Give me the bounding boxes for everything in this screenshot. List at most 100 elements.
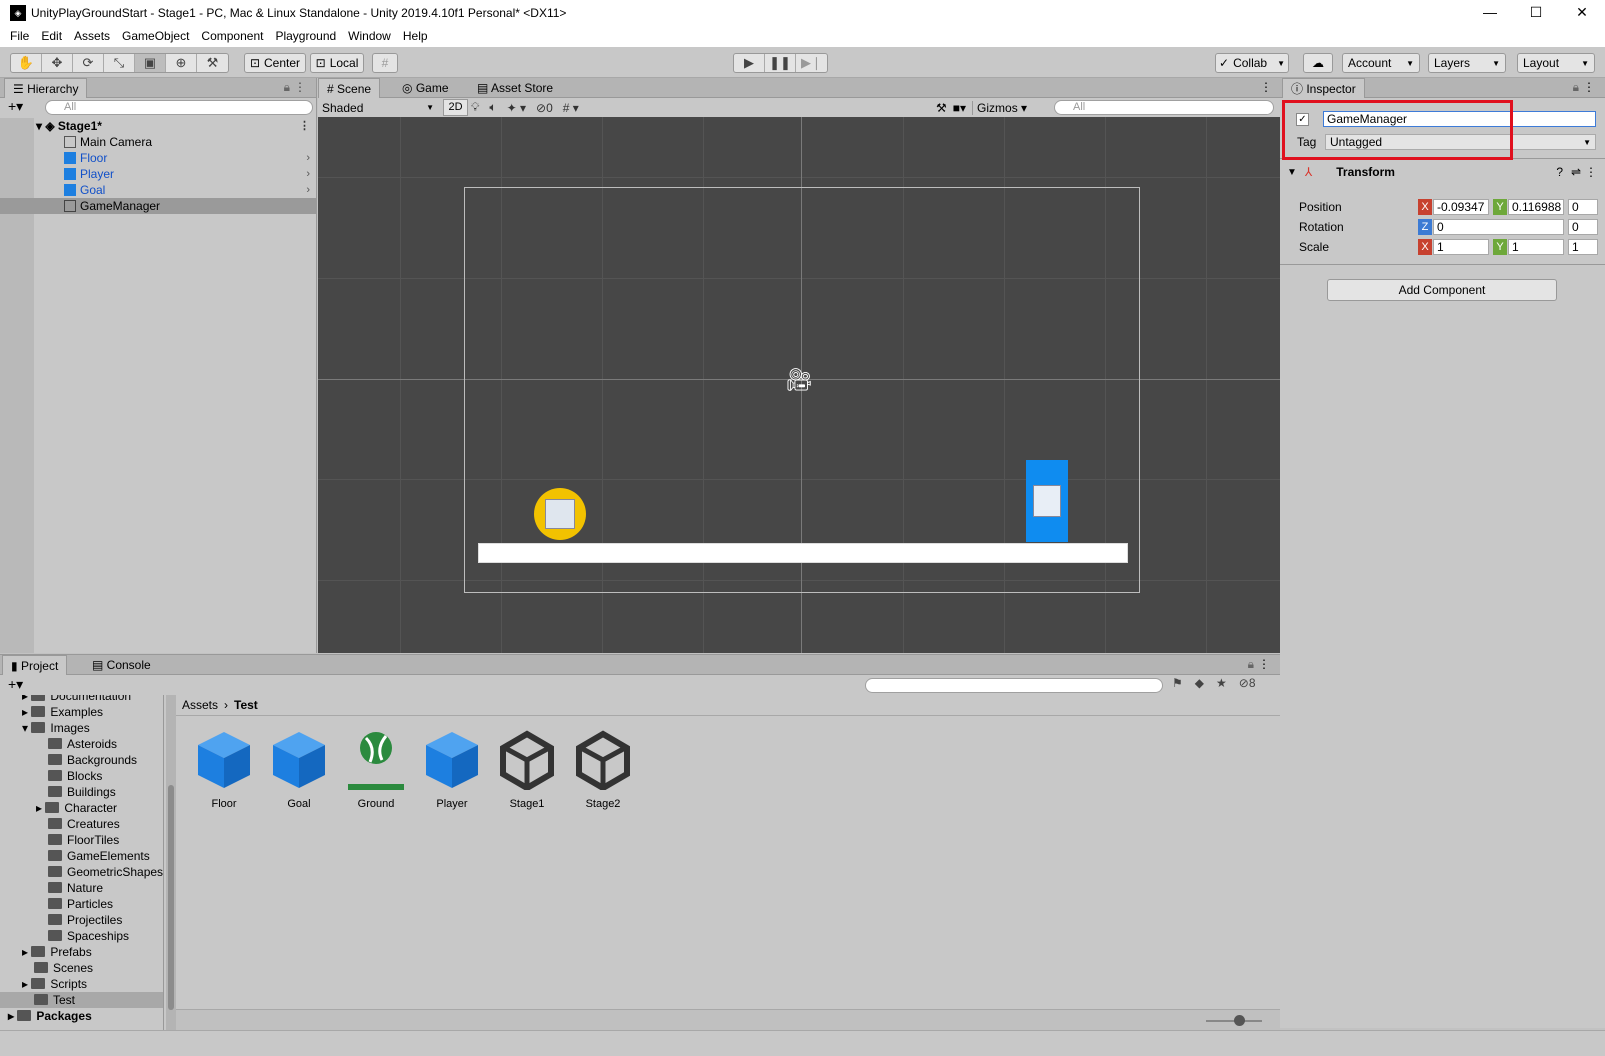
collab-button[interactable]: ✓ Collab bbox=[1215, 53, 1289, 73]
expand-right-icon[interactable]: ▸ bbox=[22, 705, 31, 719]
tab-asset-store[interactable]: ▤ Asset Store bbox=[469, 78, 561, 98]
tools-icon[interactable]: ⚒ bbox=[936, 101, 947, 115]
transform-tool-icon[interactable]: ⊕ bbox=[166, 54, 197, 72]
scale-x-field[interactable]: 1 bbox=[1433, 239, 1489, 255]
menu-help[interactable]: Help bbox=[397, 25, 434, 47]
cloud-button[interactable]: ☁ bbox=[1303, 53, 1333, 73]
camera-icon[interactable]: ■▾ bbox=[953, 101, 966, 115]
help-icon[interactable]: ? bbox=[1556, 165, 1563, 179]
menu-edit[interactable]: Edit bbox=[35, 25, 68, 47]
breadcrumb-test[interactable]: Test bbox=[234, 698, 258, 712]
transform-header[interactable]: ▼ ⅄ Transform ? ⇌ ⋮ bbox=[1280, 163, 1605, 181]
folder-examples[interactable]: ▸ Examples bbox=[22, 704, 103, 720]
folder-packages[interactable]: ▸ Packages bbox=[8, 1008, 92, 1024]
expand-right-icon[interactable]: ▸ bbox=[22, 695, 31, 703]
chevron-right-icon[interactable]: › bbox=[306, 166, 310, 182]
minimize-icon[interactable]: — bbox=[1467, 0, 1513, 25]
folder-creatures[interactable]: Creatures bbox=[48, 816, 120, 832]
hidden-objects-icon[interactable]: ⊘0 bbox=[536, 101, 553, 115]
play-icon[interactable]: ▶ bbox=[734, 54, 765, 72]
folder-particles[interactable]: Particles bbox=[48, 896, 113, 912]
add-component-button[interactable]: Add Component bbox=[1327, 279, 1557, 301]
folder-asteroids[interactable]: Asteroids bbox=[48, 736, 117, 752]
folder-projectiles[interactable]: Projectiles bbox=[48, 912, 122, 928]
kebab-menu-icon[interactable]: ⋮ bbox=[1585, 165, 1597, 179]
slider-thumb[interactable] bbox=[1234, 1015, 1245, 1026]
asset-player[interactable]: Player bbox=[416, 730, 488, 810]
axis-y-label[interactable]: Y bbox=[1493, 199, 1507, 215]
lighting-icon[interactable]: 💡︎ bbox=[471, 100, 479, 115]
folder-gameelements[interactable]: GameElements bbox=[48, 848, 150, 864]
kebab-menu-icon[interactable]: ⋮ bbox=[1583, 80, 1595, 94]
asset-goal[interactable]: Goal bbox=[263, 730, 335, 810]
audio-icon[interactable]: 🔈︎ bbox=[489, 100, 496, 115]
foldout-arrow-icon[interactable]: ▼ bbox=[1287, 167, 1297, 178]
folder-images[interactable]: ▾ Images bbox=[22, 720, 90, 736]
layout-dropdown[interactable]: Layout bbox=[1517, 53, 1595, 73]
hierarchy-item-main-camera[interactable]: Main Camera bbox=[0, 134, 316, 150]
menu-file[interactable]: File bbox=[4, 25, 35, 47]
hierarchy-item-player[interactable]: Player › bbox=[0, 166, 316, 182]
hidden-packages-icon[interactable]: ⊘8 bbox=[1239, 676, 1256, 690]
folder-geometricshapes[interactable]: GeometricShapes bbox=[48, 864, 163, 880]
menu-playground[interactable]: Playground bbox=[269, 25, 342, 47]
asset-stage2[interactable]: Stage2 bbox=[567, 730, 639, 810]
account-dropdown[interactable]: Account bbox=[1342, 53, 1420, 73]
expand-right-icon[interactable]: ▸ bbox=[8, 1009, 17, 1023]
scale-z-field[interactable]: 1 bbox=[1568, 239, 1598, 255]
axis-x-label[interactable]: X bbox=[1418, 199, 1432, 215]
floor-object[interactable] bbox=[478, 543, 1128, 563]
folder-spaceships[interactable]: Spaceships bbox=[48, 928, 129, 944]
hierarchy-item-floor[interactable]: Floor › bbox=[0, 150, 316, 166]
tab-inspector[interactable]: ⓘ Inspector bbox=[1282, 78, 1365, 98]
axis-x-label[interactable]: X bbox=[1418, 239, 1432, 255]
layers-dropdown[interactable]: Layers bbox=[1428, 53, 1506, 73]
toggle-2d-button[interactable]: 2D bbox=[443, 99, 468, 116]
axis-z-label[interactable]: Z bbox=[1418, 219, 1432, 235]
rotation-extra-field[interactable]: 0 bbox=[1568, 219, 1598, 235]
favorite-star-icon[interactable]: ★ bbox=[1216, 676, 1227, 690]
shading-mode-dropdown[interactable]: Shaded ▼ bbox=[322, 99, 438, 116]
expand-right-icon[interactable]: ▸ bbox=[36, 801, 45, 815]
player-object[interactable] bbox=[1026, 460, 1068, 542]
preset-icon[interactable]: ⇌ bbox=[1571, 165, 1581, 179]
folder-prefabs[interactable]: ▸ Prefabs bbox=[22, 944, 92, 960]
maximize-icon[interactable]: ☐ bbox=[1513, 0, 1559, 25]
scale-y-field[interactable]: 1 bbox=[1508, 239, 1564, 255]
filter-type-icon[interactable]: ⚑ bbox=[1172, 676, 1183, 690]
scene-viewport[interactable]: 🎥︎ bbox=[318, 117, 1280, 653]
tab-scene[interactable]: # Scene bbox=[318, 78, 381, 98]
create-plus-icon[interactable]: +▾ bbox=[8, 98, 23, 115]
lock-icon[interactable]: 🔒︎ bbox=[284, 80, 290, 95]
snap-grid-button[interactable]: # bbox=[372, 53, 398, 73]
camera-gizmo-icon[interactable]: 🎥︎ bbox=[785, 367, 813, 393]
asset-floor[interactable]: Floor bbox=[188, 730, 260, 810]
expand-down-icon[interactable]: ▾ bbox=[36, 119, 45, 133]
position-y-field[interactable]: 0.116988 bbox=[1508, 199, 1564, 215]
position-z-field[interactable]: 0 bbox=[1568, 199, 1598, 215]
chevron-right-icon[interactable]: › bbox=[306, 150, 310, 166]
hierarchy-item-goal[interactable]: Goal › bbox=[0, 182, 316, 198]
scene-search-input[interactable]: All bbox=[1054, 100, 1274, 115]
chevron-right-icon[interactable]: › bbox=[306, 182, 310, 198]
hand-tool-icon[interactable]: ✋ bbox=[11, 54, 42, 72]
expand-right-icon[interactable]: ▸ bbox=[22, 977, 31, 991]
scene-root-item[interactable]: ▾ ◈ Stage1* ⋮ bbox=[0, 118, 316, 134]
tab-hierarchy[interactable]: ☰ Hierarchy bbox=[4, 78, 88, 98]
tab-project[interactable]: ▮ Project bbox=[2, 655, 68, 675]
folder-floortiles[interactable]: FloorTiles bbox=[48, 832, 119, 848]
breadcrumb-assets[interactable]: Assets bbox=[182, 698, 218, 712]
scene-kebab-icon[interactable]: ⋮ bbox=[299, 118, 310, 134]
kebab-menu-icon[interactable]: ⋮ bbox=[294, 80, 306, 94]
folder-character[interactable]: ▸ Character bbox=[36, 800, 117, 816]
folder-buildings[interactable]: Buildings bbox=[48, 784, 116, 800]
kebab-menu-icon[interactable]: ⋮ bbox=[1258, 657, 1270, 671]
menu-assets[interactable]: Assets bbox=[68, 25, 116, 47]
folder-scripts[interactable]: ▸ Scripts bbox=[22, 976, 87, 992]
pivot-center-button[interactable]: ⊡ Center bbox=[244, 53, 306, 73]
folder-nature[interactable]: Nature bbox=[48, 880, 103, 896]
folder-test[interactable]: Test bbox=[0, 992, 163, 1008]
folder-blocks[interactable]: Blocks bbox=[48, 768, 102, 784]
axis-y-label[interactable]: Y bbox=[1493, 239, 1507, 255]
move-tool-icon[interactable]: ✥ bbox=[42, 54, 73, 72]
